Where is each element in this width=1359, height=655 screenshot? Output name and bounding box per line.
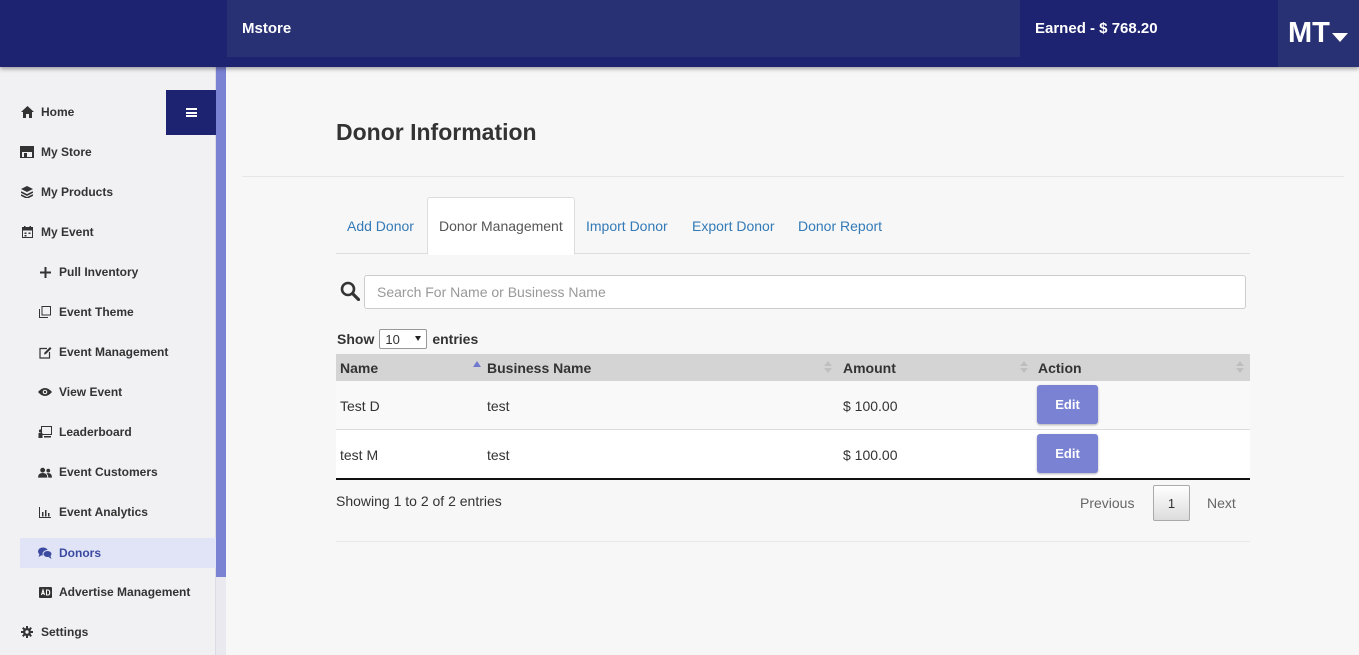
sidebar-item-donors[interactable]: Donors — [20, 538, 216, 568]
top-bar: Mstore Earned - $ 768.20 MT — [0, 0, 1359, 67]
chevron-down-icon — [415, 336, 422, 341]
show-label: Show — [337, 331, 375, 347]
column-header-action[interactable]: Action — [1038, 354, 1248, 381]
calendar-icon — [20, 225, 34, 239]
sidebar-item-label: Event Management — [59, 345, 169, 359]
copy-icon — [38, 305, 52, 319]
eye-icon — [38, 385, 52, 399]
page-title: Donor Information — [336, 119, 537, 145]
sidebar-item-label: My Products — [41, 185, 114, 199]
hamburger-icon — [185, 108, 197, 117]
sidebar-item-label: Event Analytics — [59, 505, 148, 519]
sidebar-item-event-customers[interactable]: Event Customers — [38, 457, 158, 487]
cell-amount: $ 100.00 — [843, 397, 898, 414]
sidebar-item-my-event[interactable]: My Event — [20, 217, 94, 247]
search-input[interactable] — [364, 275, 1246, 309]
sidebar-item-label: My Event — [41, 225, 94, 239]
users-icon — [38, 465, 52, 479]
edit-button[interactable]: Edit — [1037, 434, 1098, 473]
edit-button[interactable]: Edit — [1037, 385, 1098, 424]
column-header-label: Amount — [843, 359, 896, 376]
table-row: Test D test $ 100.00 Edit — [336, 381, 1250, 430]
tab-bar: Add Donor Donor Management Import Donor … — [336, 197, 1250, 255]
sidebar-scrollbar-track — [216, 577, 226, 655]
user-menu-button[interactable]: MT — [1278, 0, 1359, 67]
plus-icon — [38, 265, 52, 279]
cell-business-name: test — [487, 397, 510, 414]
pagination-next-button[interactable]: Next — [1195, 485, 1248, 521]
pagination-page-1[interactable]: 1 — [1153, 485, 1190, 521]
sort-icon — [824, 361, 832, 374]
table-header: Name Business Name Amount Action — [336, 354, 1250, 381]
sidebar-item-label: Event Customers — [59, 465, 158, 479]
avatar-initials: MT — [1288, 17, 1330, 49]
earned-total: Earned - $ 768.20 — [1035, 20, 1158, 37]
layers-icon — [20, 185, 34, 199]
column-header-label: Action — [1038, 359, 1082, 376]
pagination-previous-button[interactable]: Previous — [1068, 485, 1146, 521]
sidebar-item-my-products[interactable]: My Products — [20, 177, 113, 207]
home-icon — [20, 105, 34, 119]
table-info: Showing 1 to 2 of 2 entries — [336, 493, 502, 509]
chalkboard-icon — [38, 425, 52, 439]
column-header-label: Business Name — [487, 359, 592, 376]
caret-down-icon — [1331, 33, 1348, 42]
table-row: test M test $ 100.00 Edit — [336, 429, 1250, 478]
sidebar-item-view-event[interactable]: View Event — [38, 377, 122, 407]
sidebar-item-event-management[interactable]: Event Management — [38, 337, 168, 367]
gear-icon — [20, 625, 34, 639]
page-length-value: 10 — [385, 331, 400, 347]
cell-amount: $ 100.00 — [843, 446, 898, 463]
column-header-label: Name — [340, 359, 379, 376]
column-header-business-name[interactable]: Business Name — [487, 354, 837, 381]
tab-add-donor[interactable]: Add Donor — [336, 197, 425, 254]
brand-strip — [227, 0, 1020, 57]
sidebar-item-pull-inventory[interactable]: Pull Inventory — [38, 257, 138, 287]
entries-label: entries — [432, 331, 479, 347]
sidebar-item-label: Home — [41, 105, 75, 119]
sidebar-item-label: Leaderboard — [59, 425, 132, 439]
sort-ascending-icon — [473, 361, 481, 367]
menu-toggle-button[interactable] — [166, 90, 216, 135]
sidebar-item-label: Donors — [59, 546, 101, 560]
tab-donor-report[interactable]: Donor Report — [787, 197, 893, 254]
sidebar-item-label: Event Theme — [59, 305, 134, 319]
cell-business-name: test — [487, 446, 510, 463]
sidebar-item-home[interactable]: Home — [20, 97, 74, 127]
tab-donor-management[interactable]: Donor Management — [427, 197, 575, 255]
sidebar-item-label: View Event — [59, 385, 123, 399]
sidebar-item-leaderboard[interactable]: Leaderboard — [38, 417, 132, 447]
edit-icon — [38, 345, 52, 359]
search-icon — [340, 281, 361, 302]
column-header-name[interactable]: Name — [340, 354, 482, 381]
sidebar-item-advertise-management[interactable]: Advertise Management — [38, 577, 190, 607]
store-icon — [20, 145, 34, 159]
sidebar-item-label: Advertise Management — [59, 585, 191, 599]
page-length-control: Show 10 entries — [337, 329, 478, 349]
title-divider — [242, 176, 1344, 177]
comments-icon — [38, 546, 52, 560]
bar-chart-icon — [38, 505, 52, 519]
sidebar-item-label: My Store — [41, 145, 92, 159]
content-divider — [336, 541, 1250, 542]
ad-icon — [38, 585, 52, 599]
page-length-select[interactable]: 10 — [379, 329, 428, 349]
sidebar-item-label: Pull Inventory — [59, 265, 139, 279]
cell-name: test M — [340, 446, 379, 463]
column-header-amount[interactable]: Amount — [843, 354, 1033, 381]
tab-import-donor[interactable]: Import Donor — [575, 197, 679, 254]
brand-name[interactable]: Mstore — [242, 20, 291, 37]
cell-name: Test D — [340, 397, 380, 414]
table-bottom-border — [336, 478, 1250, 480]
sort-icon — [1236, 361, 1244, 374]
sidebar-item-event-theme[interactable]: Event Theme — [38, 297, 134, 327]
sidebar-item-settings[interactable]: Settings — [20, 617, 88, 647]
sidebar-item-label: Settings — [41, 625, 89, 639]
sidebar-item-my-store[interactable]: My Store — [20, 137, 92, 167]
sidebar-item-event-analytics[interactable]: Event Analytics — [38, 497, 148, 527]
sidebar-scrollbar[interactable] — [216, 67, 226, 577]
tab-export-donor[interactable]: Export Donor — [681, 197, 785, 254]
sort-icon — [1020, 361, 1028, 374]
